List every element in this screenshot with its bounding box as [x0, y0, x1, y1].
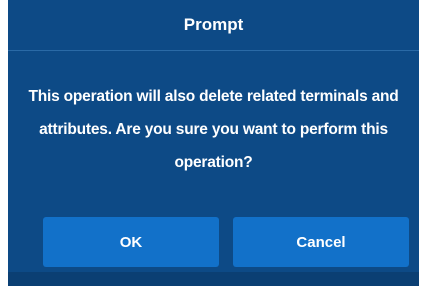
ok-button[interactable]: OK — [43, 217, 219, 267]
cancel-button[interactable]: Cancel — [233, 217, 409, 267]
dialog-title: Prompt — [183, 15, 244, 34]
dialog-message: This operation will also delete related … — [28, 88, 399, 171]
dialog-bottom-edge — [8, 272, 419, 286]
dialog-footer: OK Cancel — [8, 217, 419, 269]
dialog-header: Prompt — [8, 0, 419, 51]
prompt-dialog: Prompt This operation will also delete r… — [8, 0, 419, 286]
